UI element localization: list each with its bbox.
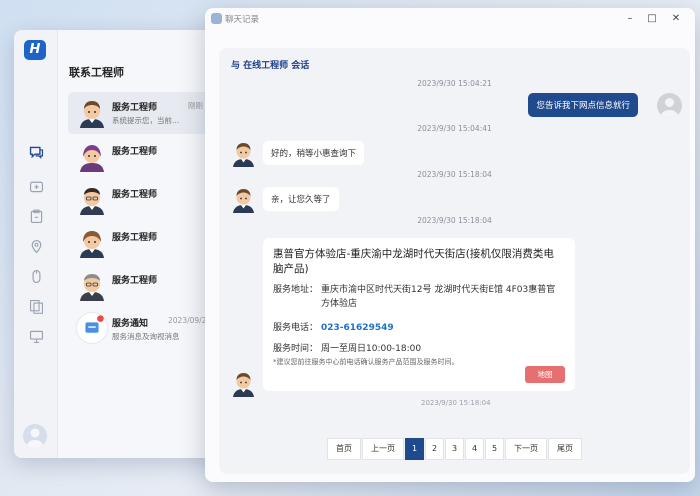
engineer-avatar	[78, 228, 106, 258]
documents-icon[interactable]	[26, 296, 46, 316]
hours-label: 服务时间：	[273, 344, 319, 354]
engineer-avatar	[78, 98, 106, 128]
contact-time: 刚刚	[188, 101, 203, 110]
mouse-icon[interactable]	[26, 266, 46, 286]
maximize-icon[interactable]: □	[645, 12, 659, 26]
user-message: 您告诉我下网点信息就行	[528, 93, 638, 117]
contacts-title: 联系工程师	[69, 66, 124, 79]
window-title: 聊天记录	[225, 15, 260, 25]
hours-value: 周一至周日10:00-18:00	[321, 344, 422, 354]
minimize-icon[interactable]: –	[623, 12, 637, 26]
chat-record-window: 聊天记录 – □ ✕ 与 在线工程师 会话 2023/9/30 15:04:21…	[205, 8, 695, 482]
contact-name: 服务工程师	[112, 276, 158, 286]
contact-name: 服务通知	[112, 319, 149, 329]
monitor-icon[interactable]	[26, 326, 46, 346]
address-label: 服务地址：	[273, 285, 319, 295]
first-page-button[interactable]: 首页	[327, 438, 361, 460]
engineer-message: 好的，稍等小惠查询下	[263, 141, 365, 165]
message-time: 2023/9/30 15:04:21	[417, 79, 492, 88]
contact-preview: 服务消息及询视消息	[112, 332, 180, 341]
page-button-1[interactable]: 1	[405, 438, 424, 460]
card-note: *建议您前往服务中心前电话确认服务产品范围及服务时间。	[273, 358, 459, 366]
message-time: 2023/9/30 15:18:04	[417, 216, 492, 225]
next-page-button[interactable]: 下一页	[505, 438, 547, 460]
page-button-3[interactable]: 3	[445, 438, 464, 460]
contact-name: 服务工程师	[112, 233, 158, 243]
page-button-2[interactable]: 2	[425, 438, 444, 460]
user-avatar[interactable]	[23, 424, 47, 448]
engineer-avatar	[78, 142, 106, 172]
side-rail: H	[14, 30, 58, 458]
engineer-avatar	[78, 185, 106, 215]
user-avatar	[657, 93, 682, 118]
contact-name: 服务工程师	[112, 147, 158, 157]
chat-icon[interactable]	[26, 142, 46, 162]
page-button-4[interactable]: 4	[465, 438, 484, 460]
engineer-avatar	[231, 186, 256, 213]
address-value: 重庆市渝中区时代天街12号 龙湖时代天街E馆 4F03惠普官方体验店	[321, 285, 556, 309]
message-time: 2023/9/30 15:04:41	[417, 124, 492, 133]
contact-name: 服务工程师	[112, 103, 158, 113]
engineer-avatar	[231, 370, 256, 397]
message-time: 2023/9/30 15:18:04	[421, 399, 491, 407]
chat-panel: 与 在线工程师 会话 2023/9/30 15:04:21 您告诉我下网点信息就…	[219, 48, 690, 474]
map-button[interactable]: 地图	[525, 366, 565, 383]
clipboard-icon[interactable]	[26, 206, 46, 226]
contacts-window: H 联系工程师 服务工程师 系统提示您，当前... 刚刚 服务工程师 服务工程师…	[14, 30, 234, 458]
notification-icon	[76, 312, 108, 344]
engineer-message: 亲，让您久等了	[263, 187, 339, 211]
close-icon[interactable]: ✕	[669, 12, 683, 26]
app-icon	[211, 13, 222, 24]
page-button-5[interactable]: 5	[485, 438, 504, 460]
engineer-avatar	[231, 140, 256, 167]
app-logo: H	[24, 40, 46, 60]
phone-link[interactable]: 023-61629549	[321, 321, 561, 335]
message-time: 2023/9/30 15:18:04	[417, 170, 492, 179]
last-page-button[interactable]: 尾页	[548, 438, 582, 460]
phone-label: 服务电话：	[273, 323, 319, 333]
contact-name: 服务工程师	[112, 190, 158, 200]
location-icon[interactable]	[26, 236, 46, 256]
service-center-card: 惠普官方体验店-重庆渝中龙湖时代天街店(接机仅限消费类电脑产品) 服务地址： 重…	[263, 238, 575, 391]
prev-page-button[interactable]: 上一页	[362, 438, 404, 460]
service-center-title: 惠普官方体验店-重庆渝中龙湖时代天街店(接机仅限消费类电脑产品)	[273, 248, 554, 275]
title-bar[interactable]: 聊天记录 – □ ✕	[205, 8, 695, 30]
medical-kit-icon[interactable]	[26, 176, 46, 196]
contact-preview: 系统提示您，当前...	[112, 116, 180, 125]
pagination: 首页 上一页 1 2 3 4 5 下一页 尾页	[327, 438, 582, 460]
chat-header: 与 在线工程师 会话	[231, 61, 310, 71]
engineer-avatar	[78, 271, 106, 301]
